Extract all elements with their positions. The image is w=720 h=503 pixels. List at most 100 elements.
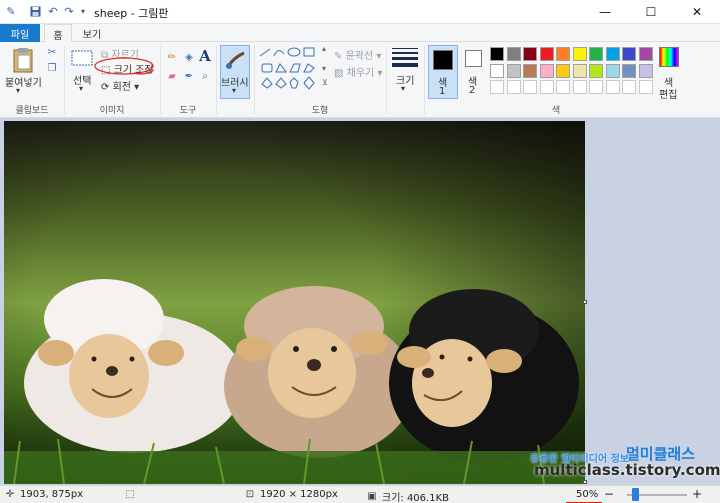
color-swatch[interactable] (589, 63, 603, 78)
color-swatch[interactable] (556, 47, 570, 61)
fill-bucket-icon[interactable]: ◈ (182, 50, 196, 64)
color-swatch[interactable] (589, 47, 603, 61)
zoom-in-button[interactable]: + (692, 487, 702, 501)
ribbon: 붙여넣기 ▾ ✂ ❐ 클립보드 선택 ▾ ⧉ 자르기 ⬚ 크기 조정 ⟳ 회전 … (0, 42, 720, 118)
undo-icon[interactable]: ↶ (46, 4, 60, 18)
brushes-dropdown-icon: ▾ (232, 86, 237, 95)
cursor-position-text: 1903, 875px (20, 489, 84, 500)
color-swatch[interactable] (572, 47, 587, 61)
zoom-out-button[interactable]: − (604, 487, 614, 501)
rotate-dropdown-icon: ▾ (130, 82, 140, 93)
shapes-expand-icon[interactable]: ⊻ (322, 78, 328, 87)
color-swatch[interactable] (523, 47, 537, 61)
shapes-scroll-down-icon[interactable]: ▾ (322, 64, 326, 73)
pencil-icon[interactable]: ✏ (165, 50, 179, 64)
copy-icon[interactable]: ❐ (46, 62, 58, 74)
group-divider (386, 46, 387, 114)
color-swatch[interactable] (506, 47, 521, 61)
magnifier-icon[interactable]: ⌕ (198, 69, 212, 83)
custom-color-slot[interactable] (490, 80, 504, 94)
save-icon[interactable] (28, 4, 42, 18)
zoom-slider-thumb[interactable] (632, 488, 639, 501)
canvas-resize-handle-corner[interactable] (583, 480, 587, 484)
custom-color-slot[interactable] (622, 80, 636, 94)
color-swatch[interactable] (572, 63, 587, 78)
custom-color-slot[interactable] (605, 80, 620, 94)
brush-icon (224, 49, 248, 71)
resize-highlight-circle (94, 57, 155, 75)
image-size-text: 1920 × 1280px (260, 489, 338, 500)
paste-dropdown-icon[interactable]: ▾ (16, 86, 20, 95)
text-icon[interactable]: A (198, 47, 212, 65)
shapes-group-label: 도형 (311, 106, 329, 116)
select-icon[interactable] (70, 48, 94, 68)
custom-color-slot[interactable] (572, 80, 587, 94)
color-swatch[interactable] (490, 63, 504, 78)
close-button[interactable]: ✕ (674, 0, 720, 24)
custom-color-slot[interactable] (523, 80, 537, 94)
window-title: sheep - 그림판 (94, 7, 169, 20)
file-size: ▣ 크기: 406.1KB (366, 489, 449, 503)
color1-button[interactable]: 색 1 (428, 45, 458, 99)
shapes-scroll-up-icon[interactable]: ▴ (322, 44, 326, 53)
file-size-text: 크기: 406.1KB (382, 493, 449, 503)
color-swatch[interactable] (523, 63, 537, 78)
color2-number: 2 (469, 85, 476, 96)
paint-app-icon[interactable]: ✎ (4, 4, 18, 18)
color-swatch[interactable] (556, 63, 570, 78)
paste-icon[interactable] (10, 46, 36, 74)
minimize-button[interactable]: — (582, 0, 628, 24)
color-swatch[interactable] (539, 63, 554, 78)
color2-swatch (465, 50, 482, 67)
custom-color-slot[interactable] (638, 80, 653, 94)
image-dimensions: ⊡ 1920 × 1280px (244, 489, 338, 500)
color-swatch[interactable] (490, 47, 504, 61)
ribbon-tabs: 파일 홈 보기 (0, 24, 720, 43)
fill-icon: ▨ (334, 68, 347, 79)
tab-view[interactable]: 보기 (78, 24, 106, 42)
color-swatch[interactable] (622, 47, 636, 61)
color-swatch[interactable] (539, 47, 554, 61)
rotate-icon: ⟳ (101, 82, 113, 93)
color-swatch[interactable] (638, 47, 653, 61)
paste-label[interactable]: 붙여넣기 (5, 74, 42, 89)
color-swatch[interactable] (506, 63, 521, 78)
rotate-label: 회전 (112, 82, 131, 93)
custom-color-slot[interactable] (556, 80, 570, 94)
brushes-button[interactable]: 브러시 ▾ (220, 45, 250, 99)
eraser-icon[interactable]: ▰ (165, 69, 179, 83)
cursor-position: ✛ 1903, 875px (4, 489, 83, 500)
edit-colors-label-2: 편집 (659, 90, 678, 101)
color-swatch[interactable] (605, 63, 620, 78)
color2-button[interactable]: 색 2 (462, 45, 486, 99)
size-icon[interactable] (392, 48, 418, 68)
fill-button[interactable]: ▨ 채우기 ▾ (334, 64, 382, 79)
cut-icon[interactable]: ✂ (46, 46, 58, 58)
group-divider (216, 46, 217, 114)
custom-color-slot[interactable] (589, 80, 603, 94)
customize-dropdown-icon[interactable]: ▾ (76, 4, 90, 18)
shapes-gallery[interactable] (258, 46, 326, 92)
tab-file[interactable]: 파일 (0, 24, 40, 42)
size-dropdown-icon[interactable]: ▾ (401, 84, 405, 93)
rotate-button[interactable]: ⟳ 회전 ▾ (101, 78, 139, 93)
redo-icon[interactable]: ↷ (62, 4, 76, 18)
selection-size: ⬚ (124, 489, 136, 500)
color-swatch[interactable] (638, 63, 653, 78)
tab-home[interactable]: 홈 (44, 24, 72, 43)
colors-group-label: 색 (551, 106, 561, 116)
maximize-button[interactable]: ☐ (628, 0, 674, 24)
canvas-resize-handle-right[interactable] (583, 300, 587, 304)
image-canvas[interactable] (4, 121, 585, 484)
edit-colors-button[interactable]: 색 편집 (656, 46, 682, 101)
crosshair-icon: ✛ (5, 489, 15, 500)
custom-color-slot[interactable] (506, 80, 521, 94)
size-label[interactable]: 크기 (396, 72, 414, 87)
color-swatch[interactable] (622, 63, 636, 78)
select-dropdown-icon[interactable]: ▾ (79, 84, 83, 93)
color-picker-icon[interactable]: ✒ (182, 69, 196, 83)
custom-color-slot[interactable] (539, 80, 554, 94)
title-bar: ✎ ↶ ↷ ▾ sheep - 그림판 — ☐ ✕ (0, 0, 720, 24)
color-swatch[interactable] (605, 47, 620, 61)
outline-button[interactable]: ✎ 윤곽선 ▾ (334, 47, 381, 62)
